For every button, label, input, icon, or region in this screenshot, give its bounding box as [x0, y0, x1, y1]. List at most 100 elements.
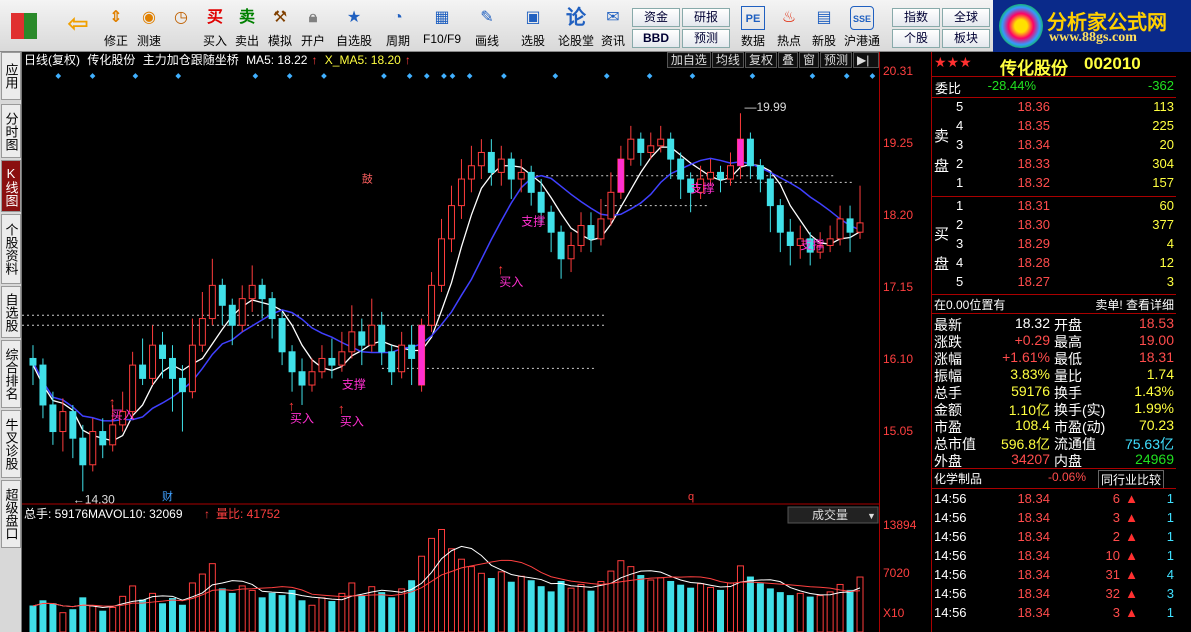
drum-label: 鼓: [362, 171, 373, 185]
signal-marker: [252, 73, 259, 79]
open-account-button[interactable]: 🔒︎ 开户: [298, 5, 328, 49]
clock-tool[interactable]: ◷: [166, 5, 196, 49]
tab-apps[interactable]: 应用: [1, 52, 21, 100]
buy-row[interactable]: 1 18.31 60: [932, 198, 1176, 216]
big-order-notice[interactable]: 在0.00位置有 卖单! 查看详细: [932, 296, 1176, 314]
simulate-button[interactable]: ⚒ 模拟: [264, 5, 296, 49]
sh-hk-connect-button[interactable]: SSE 沪港通: [842, 5, 882, 49]
buy-row[interactable]: 4 18.28 12: [932, 255, 1176, 273]
sell-row[interactable]: 3 18.34 20: [932, 137, 1176, 155]
volume-bar: [756, 583, 764, 632]
high-price-label: —19.99: [744, 100, 786, 114]
select-stock-button[interactable]: ▣ 选股: [512, 5, 554, 49]
tab-super-quote[interactable]: 超级盘口: [1, 480, 21, 548]
price: 18.28: [1017, 255, 1050, 270]
capital-button[interactable]: 资金: [632, 8, 680, 27]
candle: [69, 404, 77, 459]
candle: [198, 292, 206, 352]
volume-bar: [248, 589, 256, 632]
adjust-button[interactable]: 复权: [744, 52, 777, 68]
hot-button[interactable]: ♨ 热点: [774, 5, 804, 49]
speed-button[interactable]: ◉ 测速: [134, 5, 164, 49]
vol-ma10-line: [32, 559, 861, 608]
candle: [59, 398, 67, 452]
tab-intraday[interactable]: 分时图: [1, 104, 21, 158]
research-button[interactable]: 研报: [682, 8, 730, 27]
kline-chart-area[interactable]: 日线(复权) 传化股份 主力加仓跟随坐桥 MA5: 18.22 ↑ X_MA5: …: [22, 52, 879, 632]
buy-row[interactable]: 5 18.27 3: [932, 274, 1176, 292]
candle: [766, 172, 774, 233]
candle-body: [258, 284, 266, 300]
stat-row: 总手 59176 换手 1.43%: [932, 383, 1176, 401]
candle-body: [59, 411, 67, 433]
candlestick-chart[interactable]: —19.99←14.30↑买入↑买入↑买入↑买入支撑支撑支撑支撑鼓财 q总手: 5…: [22, 68, 879, 632]
period-button[interactable]: ◔ 周期: [378, 5, 418, 49]
candle-body: [109, 424, 117, 446]
support-label: 支撑: [691, 180, 715, 195]
industry-name[interactable]: 化学制品: [934, 470, 982, 487]
simulate-hammer-icon: ⚒: [272, 9, 288, 26]
back-button[interactable]: ⇦: [58, 5, 98, 49]
candle-body: [328, 357, 336, 366]
volume-bar: [537, 586, 545, 632]
news-label: 资讯: [600, 34, 625, 48]
tab-ranking[interactable]: 综合排名: [1, 340, 21, 408]
tab-diagnosis[interactable]: 牛叉诊股: [1, 410, 21, 478]
f10-button[interactable]: ▦ F10/F9: [420, 5, 464, 49]
sell-row[interactable]: 5 18.36 113: [932, 99, 1176, 117]
new-stock-button[interactable]: ▤ 新股: [808, 5, 840, 49]
news-icon: ✉: [606, 9, 620, 26]
volume-bar: [707, 586, 715, 632]
stat-row: 涨跌 +0.29 最高 19.00: [932, 332, 1176, 350]
volume-bar: [218, 588, 226, 632]
ma-button[interactable]: 均线: [711, 52, 744, 68]
signal-marker: [321, 73, 327, 79]
buy-row[interactable]: 2 18.30 377: [932, 217, 1176, 235]
watchlist-button[interactable]: ★ 自选股: [334, 5, 374, 49]
tab-stock-profile[interactable]: 个股资料: [1, 214, 21, 284]
pin-icon[interactable]: ▶|: [853, 52, 879, 68]
tab-kline[interactable]: K线图: [1, 160, 21, 212]
draw-line-button[interactable]: ✎ 画线: [466, 5, 508, 49]
tick-row: 14:56 18.34 6 ▲ 1: [932, 491, 1176, 509]
single-stock-button[interactable]: 个股: [892, 29, 940, 48]
window-button[interactable]: 窗: [798, 52, 819, 68]
forecast-button[interactable]: 预测: [819, 52, 852, 68]
signal-marker: [441, 73, 447, 79]
chart-button-group: 加自选 均线 复权 叠 窗 预测 ▶|: [666, 52, 879, 68]
candle: [497, 145, 505, 186]
sector-button[interactable]: 板块: [942, 29, 990, 48]
sell-row[interactable]: 4 18.35 225: [932, 118, 1176, 136]
industry-compare-button[interactable]: 同行业比较: [1097, 470, 1164, 489]
sell-button[interactable]: 卖卖出: [232, 5, 262, 49]
forecast-button[interactable]: 预测: [682, 29, 730, 48]
index-button[interactable]: 指数: [892, 8, 940, 27]
bbd-button[interactable]: BBD: [632, 29, 680, 48]
logo-url: www.88gs.com: [1049, 30, 1137, 45]
tab-watchlist[interactable]: 自选股: [1, 286, 21, 338]
tick-count: 1: [1166, 605, 1174, 620]
toolbar-item[interactable]: [4, 5, 44, 49]
overlay-button[interactable]: 叠: [777, 52, 798, 68]
period-label[interactable]: 日线(复权): [24, 53, 80, 67]
buy-row[interactable]: 3 18.29 4: [932, 236, 1176, 254]
low-price-label: ←14.30: [73, 492, 115, 506]
sell-row[interactable]: 2 18.33 304: [932, 156, 1176, 174]
volume-bar: [766, 588, 774, 632]
fix-button[interactable]: ⇕ 修正: [100, 5, 132, 49]
candle: [139, 338, 147, 386]
candle-body: [338, 351, 346, 366]
forum-button[interactable]: 论论股堂: [556, 5, 596, 49]
up-arrow-icon: ↑: [404, 53, 411, 67]
volume-bar: [129, 585, 137, 632]
data-button[interactable]: PE 数据: [736, 5, 770, 49]
global-button[interactable]: 全球: [942, 8, 990, 27]
volume-bar: [806, 596, 814, 632]
sell-row[interactable]: 1 18.32 157: [932, 175, 1176, 193]
up-arrow-icon: ▲: [1125, 529, 1138, 544]
add-watchlist-button[interactable]: 加自选: [666, 52, 711, 68]
notice-right[interactable]: 卖单! 查看详细: [1095, 296, 1174, 313]
news-button[interactable]: ✉ 资讯: [598, 5, 628, 49]
candle-body: [677, 158, 685, 180]
buy-button[interactable]: 买买入: [200, 5, 230, 49]
